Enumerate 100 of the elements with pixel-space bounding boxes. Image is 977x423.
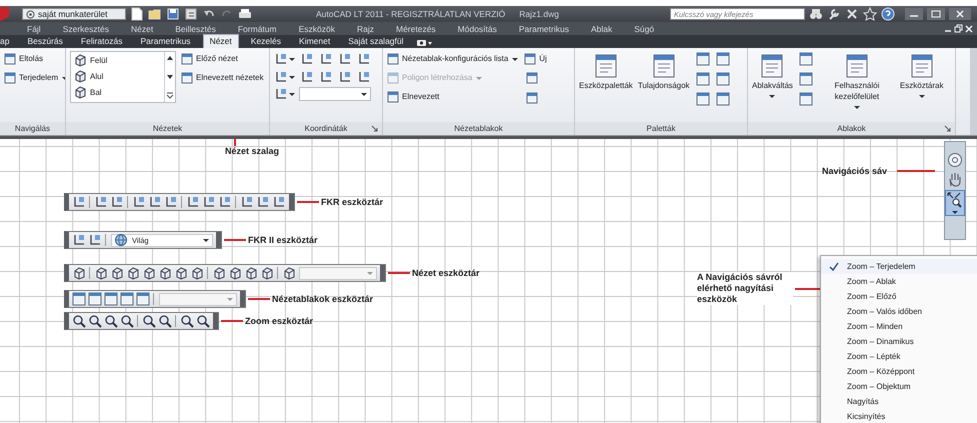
launcher-icon[interactable] <box>371 125 378 132</box>
ribbon-button[interactable]: Új <box>524 51 547 66</box>
maximize-icon[interactable] <box>927 8 945 20</box>
close-icon[interactable] <box>949 8 971 20</box>
ribbon-button[interactable]: Elnevezett nézetek <box>181 70 264 85</box>
palette-button[interactable] <box>714 71 731 87</box>
scroll-up-icon[interactable] <box>166 54 174 62</box>
palette-button[interactable] <box>714 91 731 107</box>
toolbar-grip[interactable] <box>240 291 245 307</box>
menu-item[interactable]: Ablak <box>590 24 612 34</box>
list-item[interactable]: Felül <box>71 52 164 68</box>
menu-item[interactable]: Zoom – Ablak <box>821 274 977 289</box>
viewport-button[interactable] <box>524 90 540 106</box>
menu-item[interactable]: Kicsinyítés <box>821 409 977 423</box>
ribbon-tab[interactable]: Parametrikus <box>134 35 197 48</box>
minimize-icon[interactable] <box>905 8 923 20</box>
coordinate-system-icon[interactable] <box>274 87 288 101</box>
menu-item[interactable]: Zoom – Lépték <box>821 349 977 364</box>
window-layout-button[interactable] <box>798 71 814 87</box>
callout-label: Zoom eszköztár <box>245 316 314 326</box>
workspace-dropdown[interactable]: saját munkaterület <box>22 8 126 20</box>
binoculars-icon[interactable] <box>809 7 823 21</box>
caret-icon[interactable] <box>951 209 959 215</box>
menu-item[interactable]: Zoom – Előző <box>821 289 977 304</box>
toolbar-button[interactable] <box>157 314 172 328</box>
list-item[interactable]: Bal <box>71 84 164 100</box>
ribbon-tab[interactable]: Nézet <box>202 34 239 48</box>
toolbar-button[interactable] <box>195 314 210 328</box>
pan-hand-icon[interactable] <box>947 171 963 187</box>
scroll-down-icon[interactable] <box>166 73 174 81</box>
menu-item[interactable]: Rajz <box>356 24 374 34</box>
save-icon[interactable] <box>166 7 180 21</box>
viewport-button[interactable] <box>524 70 540 86</box>
toolbar-button[interactable] <box>119 314 134 328</box>
toolbar-grip[interactable] <box>216 232 221 248</box>
palette-button[interactable] <box>694 71 711 87</box>
menu-item[interactable]: Méretezés <box>396 24 436 34</box>
toolbar-button[interactable] <box>179 314 194 328</box>
menu-item[interactable]: Zoom – Valós időben <box>821 304 977 319</box>
printer-icon[interactable] <box>238 7 252 21</box>
toolbar-button[interactable] <box>141 314 156 328</box>
toolbar-grip[interactable] <box>213 313 218 329</box>
menu-item[interactable]: Parametrikus <box>518 24 569 34</box>
palette-button[interactable] <box>714 51 731 67</box>
menu-item[interactable]: Zoom – Dinamikus <box>821 334 977 349</box>
ribbon-tab[interactable]: ap <box>0 35 16 48</box>
ribbon-button[interactable]: Tulajdonságok <box>638 51 690 91</box>
list-item[interactable]: Alul <box>71 68 164 84</box>
launcher-icon[interactable] <box>944 125 951 132</box>
wrench-icon[interactable] <box>827 7 841 21</box>
ribbon-button[interactable]: Terjedelem <box>4 70 65 85</box>
ribbon-button[interactable]: Eszközpaletták <box>579 51 633 91</box>
ribbon-scrollbar[interactable] <box>970 48 977 135</box>
toolbar-grip[interactable] <box>380 265 385 281</box>
toolbar-button[interactable] <box>103 314 118 328</box>
camera-icon[interactable] <box>416 38 433 48</box>
menu-item[interactable]: Zoom – Középpont <box>821 364 977 379</box>
menu-item[interactable]: Szerkesztés <box>62 24 109 34</box>
window-layout-button[interactable] <box>798 91 814 107</box>
ribbon-button[interactable]: Előző nézet <box>181 51 264 66</box>
ribbon-button[interactable]: Felhasználói kezelőfelület <box>818 51 895 110</box>
window-layout-button[interactable] <box>798 51 814 67</box>
ribbon-button[interactable]: Eszköztárak <box>900 51 944 99</box>
close-icon[interactable] <box>965 24 973 33</box>
menu-item[interactable]: Nagyítás <box>821 394 977 409</box>
palette-button[interactable] <box>694 51 711 67</box>
menu-item[interactable]: Zoom – Objektum <box>821 379 977 394</box>
menu-item[interactable]: Beillesztés <box>175 24 216 34</box>
menu-item[interactable]: Módosítás <box>458 24 497 34</box>
ribbon-tab[interactable]: Kezelés <box>244 35 288 48</box>
more-icon[interactable] <box>166 92 174 100</box>
menu-item[interactable]: Zoom – Terjedelem <box>821 259 977 274</box>
ribbon-tab[interactable]: Saját szalagfül <box>342 35 410 48</box>
toolbar-button[interactable] <box>87 314 102 328</box>
help-icon[interactable] <box>881 7 895 21</box>
menu-item[interactable]: Nézet <box>131 24 154 34</box>
view-list[interactable]: Felül Alul Bal <box>70 51 176 103</box>
palette-button[interactable] <box>694 91 711 107</box>
ribbon-tab[interactable]: Feliratozás <box>74 35 128 48</box>
ribbon-tab[interactable]: Beszúrás <box>21 35 69 48</box>
coordinate-system-icon[interactable] <box>274 70 288 84</box>
toolbar-button[interactable] <box>71 314 86 328</box>
toolbar-grip[interactable] <box>289 194 294 210</box>
restore-icon[interactable] <box>954 24 963 33</box>
menu-item[interactable]: Zoom – Minden <box>821 319 977 334</box>
ribbon-tab[interactable]: Kimenet <box>293 35 336 48</box>
zoom-extents-icon[interactable] <box>946 191 964 209</box>
magnifier-icon <box>104 314 118 328</box>
ribbon-button[interactable]: Ablakváltás <box>752 51 793 99</box>
menu-item[interactable]: Formátum <box>238 24 277 34</box>
coordinate-system-icon[interactable] <box>274 52 288 66</box>
document-icon[interactable] <box>184 7 198 21</box>
star-icon[interactable] <box>863 7 877 21</box>
ribbon-button[interactable]: Nézetablak-konfigurációs lista <box>387 51 520 66</box>
ribbon-button[interactable]: Eltolás <box>4 51 65 66</box>
steering-wheel-icon[interactable] <box>947 152 963 168</box>
menu-item[interactable]: Fájl <box>27 24 41 34</box>
menu-item[interactable]: Súgó <box>634 24 654 34</box>
ribbon-button[interactable]: Elnevezett <box>387 89 520 104</box>
menu-item[interactable]: Eszközök <box>298 24 335 34</box>
